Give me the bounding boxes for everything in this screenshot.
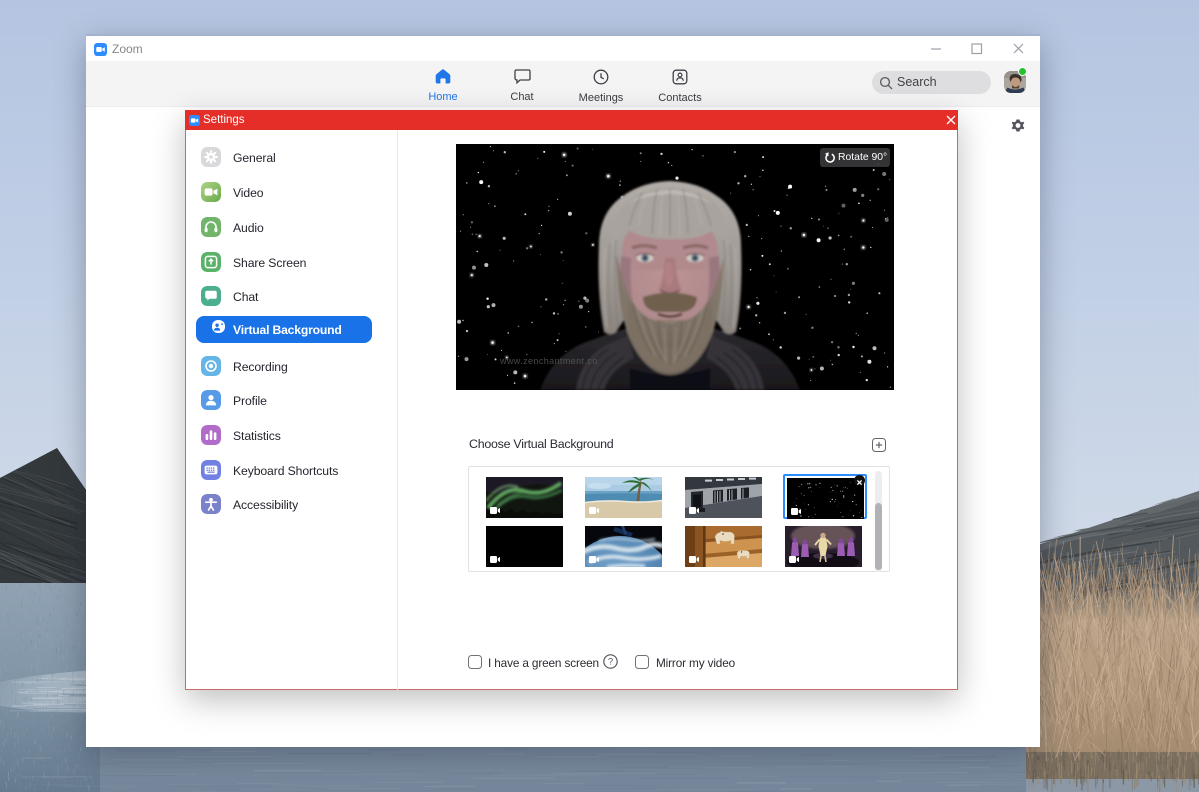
svg-text:?: ? <box>608 657 613 668</box>
